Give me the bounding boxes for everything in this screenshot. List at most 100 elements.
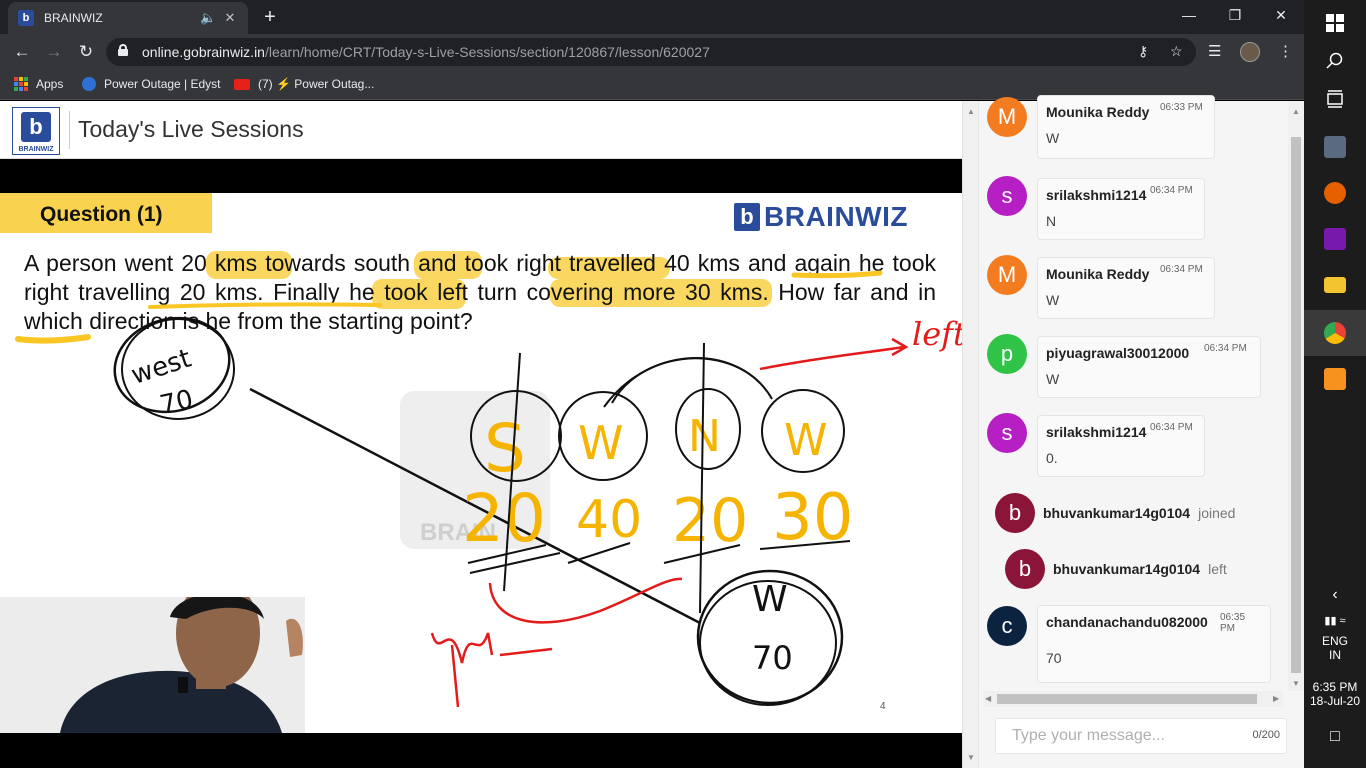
message-bubble: chandanachandu082000 06:35 PM 70 [1037,605,1271,683]
header-divider [69,111,70,149]
avatar: s [987,176,1027,216]
chat-input-box: 0/200 [995,718,1287,754]
bookmark-edyst[interactable]: Power Outage | Edyst [82,77,221,91]
avatar: M [987,97,1027,137]
message-text: 0. [1046,450,1058,466]
sender-name: srilakshmi1214 [1046,424,1147,440]
scroll-thumb[interactable] [1291,137,1301,673]
video-slide[interactable]: Question (1) b BRAINWIZ A person went 20… [0,193,962,733]
bookmark-apps[interactable]: Apps [14,77,63,91]
message-time: 06:35 PM [1220,612,1246,634]
message-text: N [1046,213,1057,229]
message-bubble: srilakshmi1214 06:34 PM 0. [1037,415,1205,477]
event-user: bhuvankumar14g0104 [1053,561,1201,577]
message-bubble: Mounika Reddy 06:33 PM W [1037,95,1215,159]
camera-app[interactable] [1304,124,1366,170]
windows-taskbar: ‹ ▮▮ ≈ ENG IN 6:35 PM 18-Jul-20 □ [1304,0,1366,768]
circle-west-value: 70 [157,385,196,421]
char-counter: 0/200 [1252,729,1280,741]
bookmark-youtube[interactable]: (7) ⚡ Power Outag... [234,77,374,91]
lock-icon [118,44,128,56]
media-control-icon[interactable]: ☰ [1208,42,1221,60]
reload-button[interactable]: ↻ [74,40,98,64]
onenote-app[interactable] [1304,216,1366,262]
sublime-icon [1324,368,1346,390]
presenter-video [0,597,305,733]
chat-vertical-scrollbar[interactable]: ▲ ▼ [1288,101,1304,691]
event-user: bhuvankumar14g0104 [1043,505,1191,521]
task-view-button[interactable] [1304,76,1366,122]
letter-s: S [484,410,526,487]
close-tab-icon[interactable]: ✕ [222,10,238,26]
tray-expand-icon[interactable]: ‹ [1304,586,1366,604]
onenote-icon [1324,228,1346,250]
task-view-icon [1327,90,1343,108]
message-time: 06:34 PM [1150,185,1193,196]
chat-message-input[interactable] [996,719,1216,753]
slide-number: 4 [880,701,886,712]
red-left-label: left [912,315,962,353]
apps-grid-icon [14,77,28,91]
tab-title: BRAINWIZ [44,11,103,25]
circle-w-value: 70 [752,639,793,677]
sender-name: Mounika Reddy [1046,104,1150,120]
brainwiz-logo[interactable]: b BRAINWIZ [12,107,60,155]
letter-w1: W [578,416,623,470]
menu-kebab-icon[interactable]: ⋮ [1278,42,1293,60]
message-time: 06:34 PM [1204,343,1247,354]
maximize-button[interactable]: ❐ [1212,0,1258,30]
bookmark-star-icon[interactable]: ☆ [1170,43,1183,60]
address-bar[interactable]: online.gobrainwiz.in/learn/home/CRT/Toda… [106,38,1196,66]
forward-button[interactable]: → [42,40,66,64]
chat-leave-event: b bhuvankumar14g0104 left [1005,549,1227,589]
firefox-icon [1324,182,1346,204]
browser-tab[interactable]: b BRAINWIZ 🔈 ✕ [8,2,248,34]
avatar: p [987,334,1027,374]
chrome-icon [1324,322,1346,344]
message-bubble: Mounika Reddy 06:34 PM W [1037,257,1215,319]
circle-west-label: west [128,344,195,391]
avatar: b [1005,549,1045,589]
sender-name: Mounika Reddy [1046,266,1150,282]
page-header: b BRAINWIZ Today's Live Sessions [0,101,962,159]
speaker-icon[interactable]: 🔈 [200,10,216,26]
firefox-app[interactable] [1304,170,1366,216]
message-text: W [1046,292,1060,308]
sender-name: piyuagrawal30012000 [1046,345,1190,361]
brainwiz-favicon-icon: b [18,10,34,26]
number-20a: 20 [462,480,546,557]
sublime-app[interactable] [1304,356,1366,402]
close-window-button[interactable]: ✕ [1258,0,1304,30]
chat-horizontal-scrollbar[interactable]: ◀ ▶ [983,691,1283,707]
message-bubble: srilakshmi1214 06:34 PM N [1037,178,1205,240]
chat-left-scroll[interactable]: ▲ ▼ [963,101,979,768]
windows-logo-icon [1326,14,1344,32]
clock[interactable]: 6:35 PM 18-Jul-20 [1304,680,1366,708]
message-bubble: piyuagrawal30012000 06:34 PM W [1037,336,1261,398]
letter-w2: W [784,415,828,466]
chrome-app[interactable] [1304,310,1366,356]
file-explorer-app[interactable] [1304,262,1366,308]
profile-avatar[interactable] [1240,42,1260,62]
letter-n: N [688,411,721,462]
scroll-thumb[interactable] [997,694,1257,704]
avatar: b [995,493,1035,533]
minimize-button[interactable]: — [1166,0,1212,30]
chat-panel: ▲ ▼ M Mounika Reddy 06:33 PM W s srilaks… [962,95,1304,768]
back-button[interactable]: ← [10,40,34,64]
number-40: 40 [576,490,642,550]
notification-icon[interactable]: □ [1304,728,1366,746]
tab-strip: b BRAINWIZ 🔈 ✕ + — ❐ ✕ [0,0,1304,34]
message-text: 70 [1046,650,1062,666]
page-title: Today's Live Sessions [78,116,304,142]
youtube-icon [234,78,250,90]
lesson-page: b BRAINWIZ Today's Live Sessions Questio… [0,101,978,768]
sender-name: chandanachandu082000 [1046,614,1208,630]
key-icon[interactable]: ⚷ [1138,43,1148,60]
chat-join-event: b bhuvankumar14g0104 joined [995,493,1235,533]
browser-toolbar: ← → ↻ online.gobrainwiz.in/learn/home/CR… [0,34,1304,70]
circle-w-label: W [752,579,788,620]
battery-wifi-icons[interactable]: ▮▮ ≈ [1304,614,1366,627]
language-indicator[interactable]: ENG IN [1304,634,1366,662]
new-tab-button[interactable]: + [258,6,282,30]
